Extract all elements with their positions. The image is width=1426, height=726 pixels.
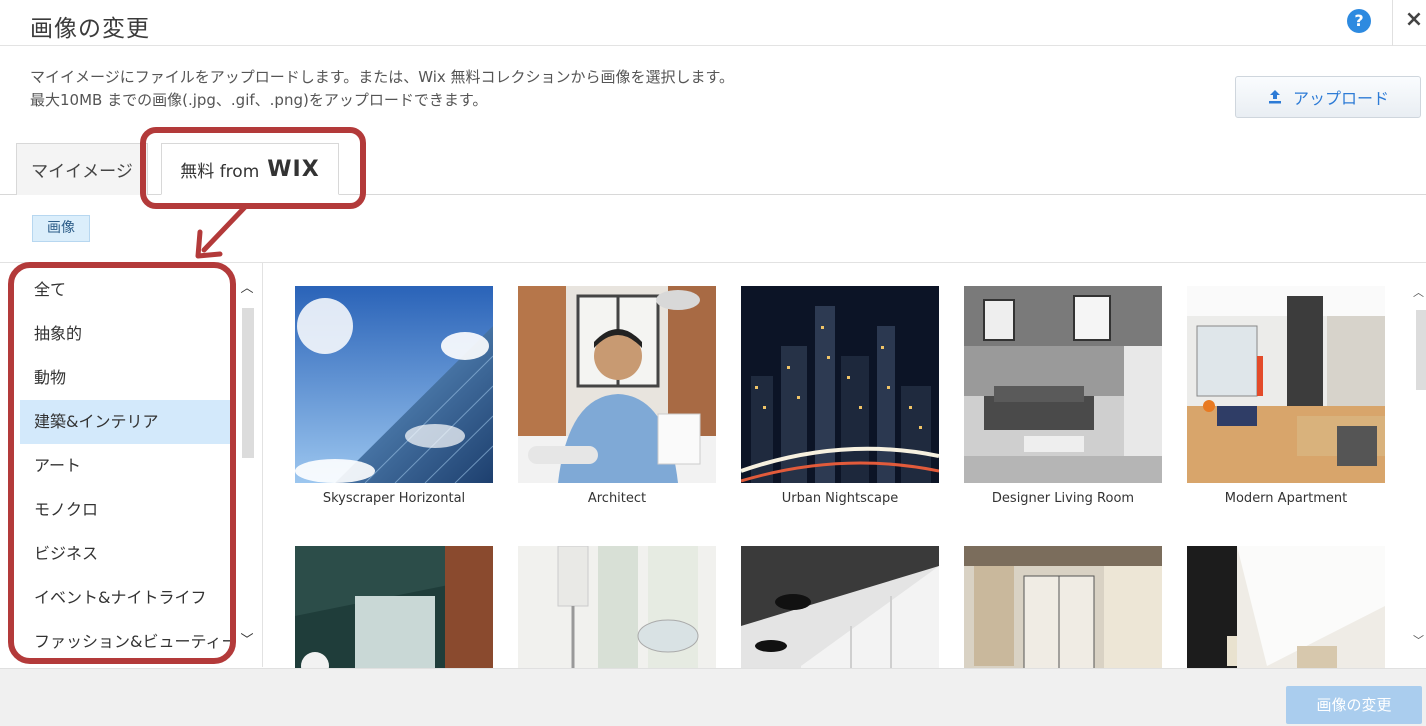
dialog-title: 画像の変更 [30,16,150,42]
dialog-footer [0,668,1426,726]
image-tile[interactable]: Architect [518,286,716,506]
image-thumbnail [1187,546,1385,670]
upload-button-label: アップロード [1292,89,1389,108]
tab-my-images-label: マイイメージ [31,162,133,182]
image-tile[interactable] [1187,546,1385,670]
image-thumbnail [741,546,939,670]
image-thumbnail [964,286,1162,483]
image-caption: Modern Apartment [1224,491,1348,506]
tab-free-label: 無料 from [180,161,260,182]
titlebar-divider [1392,0,1393,46]
image-caption: Skyscraper Horizontal [322,491,466,506]
chevron-down-icon[interactable]: ﹀ [1413,632,1425,648]
dialog-titlebar: 画像の変更 ? × [0,0,1426,46]
image-tile[interactable]: Skyscraper Horizontal [295,286,493,506]
tab-free-from-wix[interactable]: 無料 from WIX [161,143,339,195]
image-thumbnail [295,286,493,483]
image-tile[interactable]: Designer Living Room [964,286,1162,506]
image-thumbnail [295,546,493,670]
category-item-abstract[interactable]: 抽象的 [20,312,230,356]
category-item-business[interactable]: ビジネス [20,532,230,576]
image-tile[interactable]: Modern Apartment [1187,286,1385,506]
chevron-up-icon[interactable]: ︿ [1413,284,1425,300]
image-tile[interactable]: Urban Nightscape [741,286,939,506]
description-line-1: マイイメージにファイルをアップロードします。または、Wix 無料コレクションから… [30,68,735,86]
image-tile[interactable] [964,546,1162,670]
dialog-description: マイイメージにファイルをアップロードします。または、Wix 無料コレクションから… [30,66,734,112]
image-grid-scrollbar[interactable]: ︿ ﹀ [1410,272,1426,664]
content-divider [0,262,1426,263]
image-caption: Architect [587,491,647,506]
image-tile[interactable] [518,546,716,670]
category-item-architecture-interior[interactable]: 建築&インテリア [20,400,230,444]
category-item-all[interactable]: 全て [20,268,230,312]
change-image-button[interactable]: 画像の変更 [1286,686,1422,724]
image-caption: Designer Living Room [991,491,1135,506]
category-list: 全て 抽象的 動物 建築&インテリア アート モノクロ ビジネス イベント&ナイ… [20,268,238,658]
image-thumbnail [518,286,716,483]
category-scroll-thumb[interactable] [242,308,254,458]
category-item-art[interactable]: アート [20,444,230,488]
chevron-down-icon[interactable]: ﹀ [240,634,254,648]
close-button[interactable]: × [1404,8,1424,32]
wix-logo-text: WIX [267,156,320,182]
image-thumbnail [741,286,939,483]
image-tile[interactable] [295,546,493,670]
help-button[interactable]: ? [1347,9,1371,33]
image-caption: Urban Nightscape [781,491,899,506]
category-panel-divider [262,263,263,667]
category-item-events-nightlife[interactable]: イベント&ナイトライフ [20,576,230,620]
tab-my-images[interactable]: マイイメージ [16,143,148,195]
upload-button[interactable]: アップロード [1235,76,1421,118]
image-tile[interactable] [741,546,939,670]
category-scrollbar[interactable]: ︿ ﹀ [236,270,258,664]
chevron-up-icon[interactable]: ︿ [240,282,254,296]
upload-icon [1267,89,1283,105]
description-line-2: 最大10MB までの画像(.jpg、.gif、.png)をアップロードできます。 [30,91,488,109]
image-grid: Skyscraper Horizontal Architect Urban Ni… [295,286,1395,670]
category-item-fashion-beauty[interactable]: ファッション&ビューティー [20,620,238,664]
filter-images-chip[interactable]: 画像 [32,215,90,242]
category-item-monochrome[interactable]: モノクロ [20,488,230,532]
image-thumbnail [1187,286,1385,483]
image-thumbnail [518,546,716,670]
image-grid-scroll-thumb[interactable] [1416,310,1426,390]
image-thumbnail [964,546,1162,670]
category-item-animals[interactable]: 動物 [20,356,230,400]
